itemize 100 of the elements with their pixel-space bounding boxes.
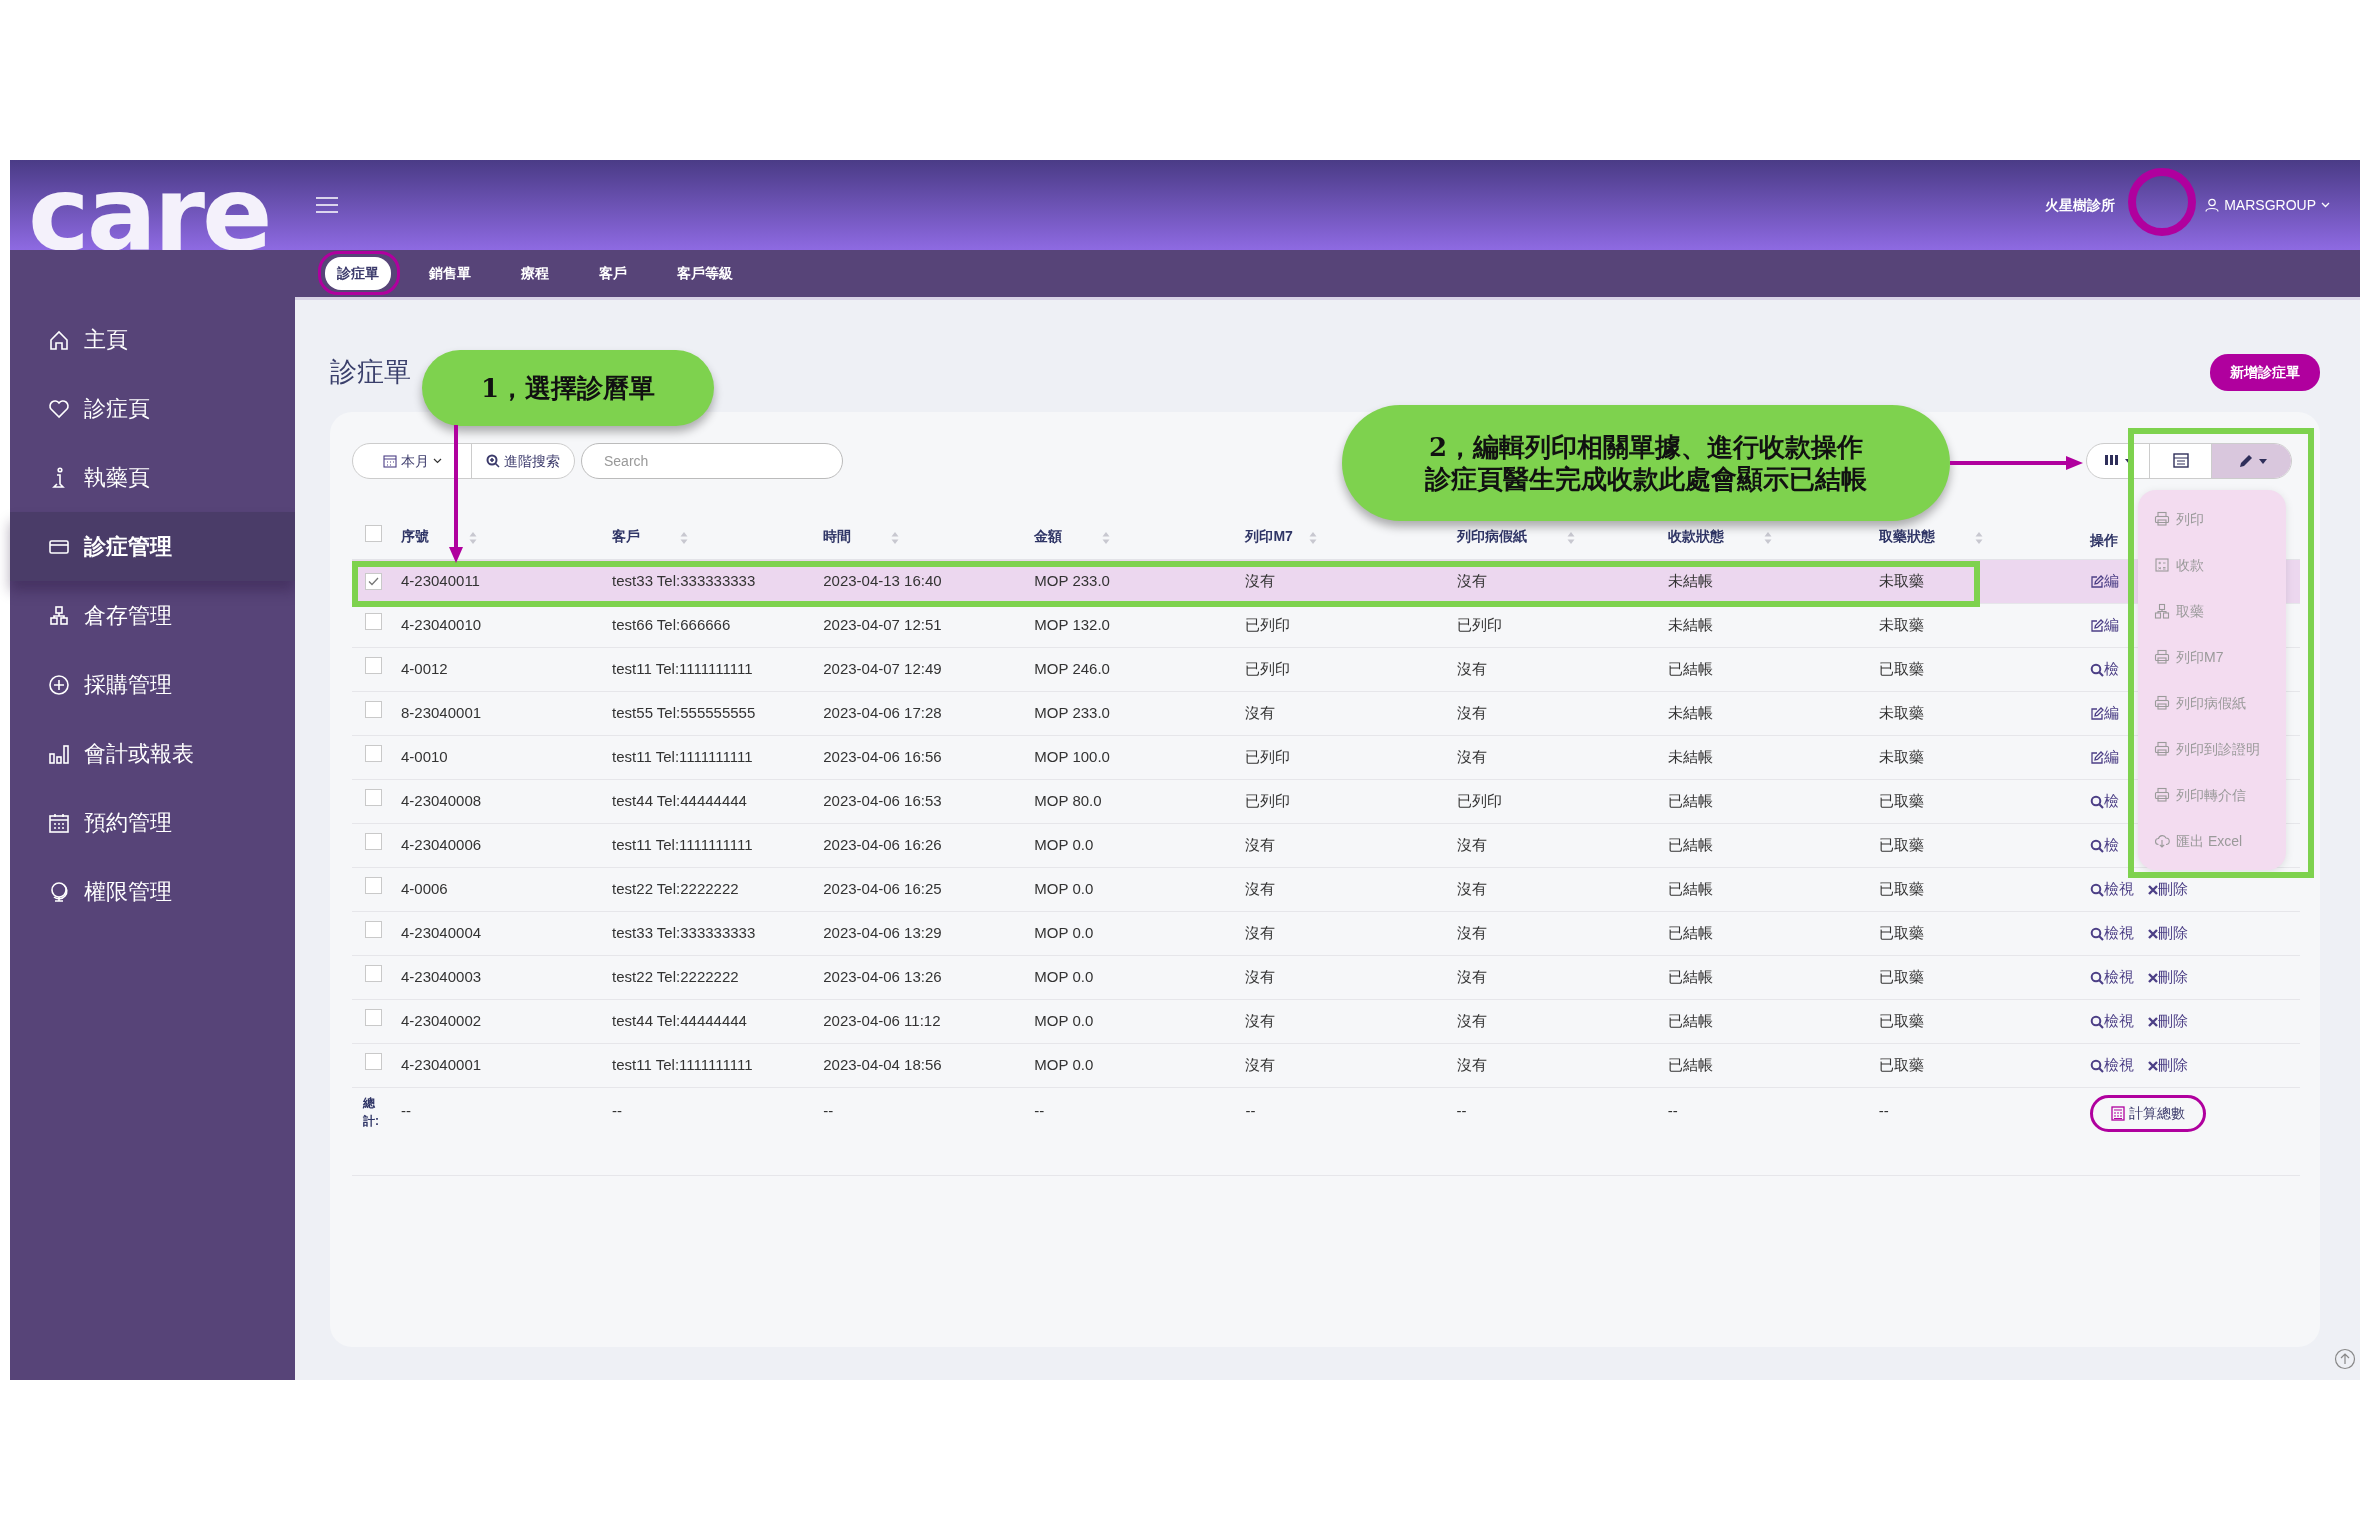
row-checkbox[interactable] — [365, 745, 382, 763]
delete-link[interactable]: 刪除 — [2147, 923, 2188, 941]
table-cell: 已列印 — [1245, 659, 1291, 677]
scroll-top-icon[interactable] — [2334, 1348, 2356, 1370]
table-cell: 2023-04-06 16:53 — [823, 791, 942, 809]
sidebar-item[interactable]: 主頁 — [10, 305, 295, 374]
row-checkbox[interactable] — [365, 833, 382, 851]
close-icon — [2147, 1016, 2158, 1027]
row-checkbox[interactable] — [365, 1009, 382, 1027]
edit-link[interactable]: 編 — [2089, 703, 2119, 721]
table-cell: 已結帳 — [1667, 879, 1713, 897]
delete-link[interactable]: 刪除 — [2147, 967, 2188, 985]
table-cell: 已列印 — [1245, 747, 1291, 765]
sidebar-item[interactable]: 執藥頁 — [10, 443, 295, 512]
heart-icon — [48, 397, 70, 420]
bar-chart-icon — [48, 742, 70, 765]
printer-icon — [2154, 695, 2170, 711]
printer-icon — [2154, 511, 2170, 527]
search-field[interactable]: Search — [581, 443, 843, 479]
column-header: 時間 — [823, 528, 852, 545]
row-checkbox[interactable] — [365, 877, 382, 895]
column-header: 收款狀態 — [1667, 528, 1724, 545]
printer-icon — [2154, 787, 2170, 803]
edit-link[interactable]: 編 — [2089, 747, 2119, 765]
edit-link[interactable]: 編 — [2089, 571, 2119, 589]
calculate-total-button[interactable]: 計算總數 — [2089, 1094, 2206, 1132]
table-cell: 已取藥 — [1878, 879, 1924, 897]
callout-bubble: 1，選擇診曆單 — [422, 350, 714, 426]
row-checkbox[interactable] — [365, 657, 382, 675]
table-cell: 4-23040010 — [401, 615, 482, 633]
row-checkbox[interactable] — [365, 1053, 382, 1071]
row-checkbox[interactable] — [365, 572, 382, 590]
row-checkbox[interactable] — [365, 789, 382, 807]
tab[interactable]: 療程 — [509, 257, 561, 290]
sort-icon — [469, 530, 477, 545]
menu-icon[interactable] — [315, 196, 339, 214]
delete-link[interactable]: 刪除 — [2147, 879, 2188, 897]
calculator-icon — [2154, 557, 2170, 573]
advanced-search-button[interactable]: 進階搜索 — [471, 444, 574, 478]
select-all-checkbox[interactable] — [365, 525, 382, 543]
view-link[interactable]: 檢視 — [2089, 1011, 2134, 1029]
edit-link[interactable]: 編 — [2089, 615, 2119, 633]
view-link[interactable]: 檢視 — [2089, 1055, 2134, 1073]
delete-link[interactable]: 刪除 — [2147, 1011, 2188, 1029]
search-icon — [2089, 838, 2104, 853]
table-cell: 已取藥 — [1878, 1055, 1924, 1073]
sidebar-item[interactable]: 會計或報表 — [10, 719, 295, 788]
edit-button[interactable] — [2211, 444, 2291, 478]
table-cell: 4-23040008 — [401, 791, 482, 809]
highlight-circle — [2128, 168, 2196, 236]
table-cell: 沒有 — [1456, 747, 1487, 765]
tab[interactable]: 客戶 — [587, 257, 639, 290]
table-cell: -- — [823, 1101, 834, 1119]
callout-bubble: 2，編輯列印相關單據、進行收款操作 診症頁醫生完成收款此處會顯示已結帳 — [1342, 405, 1950, 521]
user-menu[interactable]: MARSGROUP — [2205, 194, 2330, 216]
caret-icon — [432, 458, 442, 464]
tab[interactable]: 銷售單 — [417, 257, 483, 290]
row-checkbox[interactable] — [365, 965, 382, 983]
sidebar-item[interactable]: 預約管理 — [10, 788, 295, 857]
table-cell: -- — [1034, 1101, 1045, 1119]
view-link[interactable]: 檢 — [2089, 835, 2119, 853]
new-record-button[interactable]: 新增診症單 — [2210, 353, 2320, 391]
row-checkbox[interactable] — [365, 613, 382, 631]
table-cell: 已取藥 — [1878, 835, 1924, 853]
table-cell: 2023-04-06 16:25 — [823, 879, 942, 897]
table-cell: test44 Tel:44444444 — [612, 791, 747, 809]
caret-icon — [2321, 202, 2330, 208]
table-cell: test22 Tel:2222222 — [612, 879, 739, 897]
sidebar-item[interactable]: 診症管理 — [10, 512, 295, 581]
view-link[interactable]: 檢視 — [2089, 923, 2134, 941]
table-cell: -- — [1456, 1101, 1467, 1119]
row-checkbox[interactable] — [365, 921, 382, 939]
table-cell: test22 Tel:2222222 — [612, 967, 739, 985]
sidebar-item[interactable]: 倉存管理 — [10, 581, 295, 650]
sidebar-item[interactable]: 權限管理 — [10, 857, 295, 926]
sidebar-item[interactable]: 採購管理 — [10, 650, 295, 719]
table-cell: 已結帳 — [1667, 967, 1713, 985]
sidebar-item[interactable]: 診症頁 — [10, 374, 295, 443]
sort-icon — [891, 530, 900, 545]
view-link[interactable]: 檢 — [2089, 659, 2119, 677]
row-checkbox[interactable] — [365, 701, 382, 719]
boxes-icon — [48, 604, 70, 627]
total-label: 總計: — [363, 1094, 380, 1130]
table-cell: 4-23040002 — [401, 1011, 482, 1029]
table-cell: 沒有 — [1245, 923, 1276, 941]
table-cell: 2023-04-06 13:26 — [823, 967, 942, 985]
view-link[interactable]: 檢 — [2089, 791, 2119, 809]
delete-link[interactable]: 刪除 — [2147, 1055, 2188, 1073]
table-cell: 已結帳 — [1667, 791, 1713, 809]
sort-icon — [680, 530, 689, 545]
view-link[interactable]: 檢視 — [2089, 967, 2134, 985]
tab[interactable]: 診症單 — [325, 257, 391, 290]
table-cell: 沒有 — [1456, 835, 1487, 853]
period-dropdown[interactable]: 本月 — [353, 444, 471, 478]
view-link[interactable]: 檢視 — [2089, 879, 2134, 897]
tab[interactable]: 客戶等級 — [665, 257, 745, 290]
edit-icon — [2089, 750, 2104, 765]
close-icon — [2147, 972, 2158, 983]
table-cell: test33 Tel:333333333 — [612, 571, 756, 589]
table-cell: 沒有 — [1245, 571, 1276, 589]
